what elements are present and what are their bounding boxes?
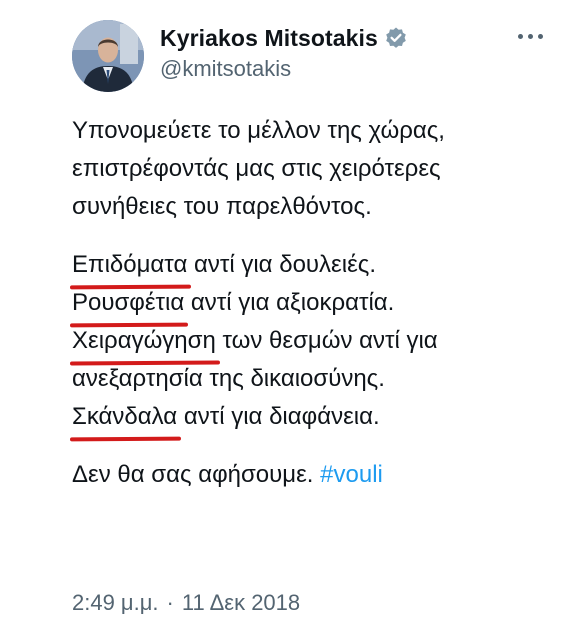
author-name[interactable]: Kyriakos Mitsotakis bbox=[160, 25, 378, 52]
contrast-line: Χειραγώγηση των θεσμών αντί για bbox=[72, 322, 572, 360]
tweet-text: Υπονομεύετε το μέλλον της χώρας, επιστρέ… bbox=[72, 112, 572, 514]
underlined-word: Χειραγώγηση bbox=[72, 322, 216, 360]
contrast-rest: των θεσμών αντί για bbox=[215, 327, 438, 354]
author-info: Kyriakos Mitsotakis @kmitsotakis bbox=[160, 22, 408, 82]
tweet-contrasts: Επιδόματα αντί για δουλειές. Ρουσφέτια α… bbox=[72, 246, 572, 436]
contrast-line: Ρουσφέτια αντί για αξιοκρατία. bbox=[72, 284, 572, 322]
tweet-line: Υπονομεύετε το μέλλον της χώρας, bbox=[72, 117, 445, 144]
contrast-rest: αντί για αξιοκρατία. bbox=[184, 289, 395, 316]
tweet-card: Kyriakos Mitsotakis @kmitsotakis Υπονομε… bbox=[0, 0, 587, 623]
contrast-line: Σκάνδαλα αντί για διαφάνεια. bbox=[72, 398, 572, 436]
contrast-rest: αντί για διαφάνεια. bbox=[177, 403, 380, 430]
contrast-line: ανεξαρτησία της δικαιοσύνης. bbox=[72, 360, 572, 398]
tweet-closing: Δεν θα σας αφήσουμε. #vouli bbox=[72, 456, 572, 494]
tweet-intro: Υπονομεύετε το μέλλον της χώρας, επιστρέ… bbox=[72, 112, 572, 226]
underlined-word: Σκάνδαλα bbox=[72, 398, 177, 436]
contrast-line: Επιδόματα αντί για δουλειές. bbox=[72, 246, 572, 284]
more-dot bbox=[517, 33, 523, 39]
name-row: Kyriakos Mitsotakis bbox=[160, 22, 408, 54]
underlined-word: Επιδόματα bbox=[72, 246, 187, 284]
more-dot bbox=[537, 33, 543, 39]
meta-separator: · bbox=[166, 590, 174, 615]
closing-text: Δεν θα σας αφήσουμε. bbox=[72, 461, 314, 488]
tweet-line: συνήθειες του παρελθόντος. bbox=[72, 193, 372, 220]
contrast-rest: ανεξαρτησία της δικαιοσύνης. bbox=[72, 365, 385, 392]
author-handle[interactable]: @kmitsotakis bbox=[160, 56, 408, 82]
more-options-icon[interactable] bbox=[510, 24, 550, 48]
contrast-rest: αντί για δουλειές. bbox=[187, 251, 377, 278]
tweet-date: 11 Δεκ 2018 bbox=[181, 590, 301, 615]
underlined-word: Ρουσφέτια bbox=[72, 284, 184, 322]
tweet-line: επιστρέφοντάς μας στις χειρότερες bbox=[72, 155, 441, 182]
avatar[interactable] bbox=[72, 20, 144, 92]
tweet-time: 2:49 μ.μ. bbox=[72, 590, 159, 615]
avatar-photo bbox=[72, 20, 144, 92]
verified-badge-icon bbox=[384, 26, 408, 50]
tweet-timestamp[interactable]: 2:49 μ.μ. · 11 Δεκ 2018 bbox=[72, 590, 300, 616]
hashtag-link[interactable]: #vouli bbox=[320, 461, 383, 488]
more-dot bbox=[527, 33, 533, 39]
